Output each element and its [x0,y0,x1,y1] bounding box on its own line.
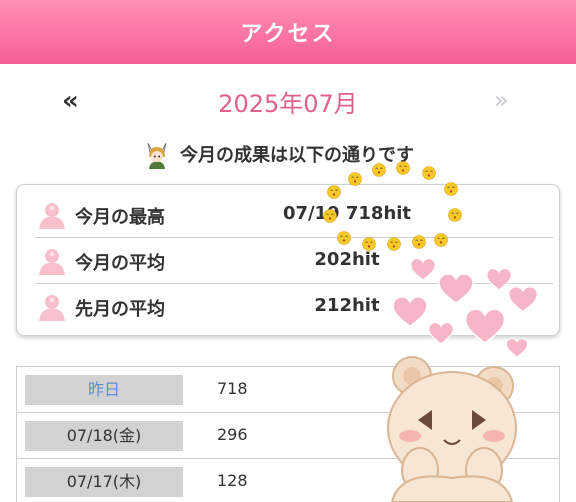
count-cell: 718 [217,379,248,398]
count-cell: 296 [217,425,248,444]
date-cell: 07/17(木) [25,467,183,497]
anime-character-icon [147,142,167,169]
stat-row-monthly-max: 今月の最高 07/19 718hit [17,191,561,237]
table-row: 昨日 718 [17,367,559,413]
date-cell: 07/18(金) [25,421,183,451]
stat-row-monthly-average: 今月の平均 202hit [17,237,561,283]
stat-label: 先月の平均 [75,299,165,320]
stat-label: 今月の最高 [75,207,165,228]
count-cell: 128 [217,471,248,490]
next-month-button[interactable]: » [494,86,509,114]
app-header: アクセス [0,0,576,64]
table-row: 07/18(金) 296 [17,413,559,459]
stat-label: 今月の平均 [75,253,165,274]
summary-line: 今月の成果は以下の通りです [0,138,576,170]
daily-access-table: 昨日 718 07/18(金) 296 07/17(木) 128 [16,366,560,502]
table-row: 07/17(木) 128 [17,459,559,502]
stats-card: 今月の最高 07/19 718hit 今月の平均 202hit 先月の平均 21… [16,184,560,336]
stat-value: 07/19 718hit [282,203,412,224]
person-silhouette-icon [39,203,65,229]
stat-value: 202hit [314,249,380,270]
person-silhouette-icon [39,249,65,275]
month-navigation: « 2025年07月 » [0,80,576,120]
person-silhouette-icon [39,295,65,321]
current-month-label: 2025年07月 [218,90,358,118]
page-title: アクセス [240,22,336,47]
stat-row-last-month-average: 先月の平均 212hit [17,283,561,329]
summary-text: 今月の成果は以下の通りです [180,145,414,166]
date-cell: 昨日 [25,375,183,405]
stat-value: 212hit [314,295,380,316]
